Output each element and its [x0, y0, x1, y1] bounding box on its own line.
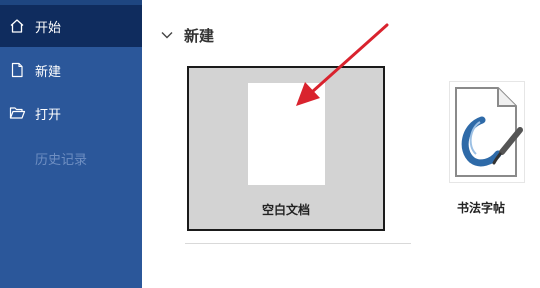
template-calligraphy[interactable]: 书法字帖	[431, 66, 540, 231]
section-title: 新建	[184, 26, 215, 45]
sidebar-item-new[interactable]: 新建	[0, 49, 142, 91]
template-label: 空白文档	[261, 203, 310, 217]
new-document-icon	[8, 61, 26, 79]
sidebar-item-home[interactable]: 开始	[0, 5, 142, 47]
template-label: 书法字帖	[456, 201, 505, 215]
blank-page-thumbnail	[248, 83, 325, 185]
calligraphy-brush-icon	[455, 87, 523, 177]
sidebar-item-label: 历史记录	[35, 152, 88, 168]
app-window: 开始 新建 打开 历史记录 新建 空白文档 书法字帖	[0, 0, 540, 288]
sidebar: 开始 新建 打开 历史记录	[0, 0, 142, 288]
chevron-down-icon	[160, 28, 174, 42]
template-blank-document[interactable]: 空白文档	[187, 66, 385, 231]
divider	[185, 243, 411, 244]
sidebar-item-label: 新建	[35, 64, 62, 80]
section-header-new[interactable]: 新建	[160, 24, 214, 46]
calligraphy-thumbnail	[449, 81, 525, 183]
sidebar-item-label: 打开	[35, 107, 62, 123]
sidebar-item-history[interactable]: 历史记录	[0, 137, 142, 179]
sidebar-item-open[interactable]: 打开	[0, 92, 142, 134]
open-folder-icon	[8, 104, 26, 122]
home-icon	[8, 17, 26, 35]
main-panel: 新建 空白文档 书法字帖	[142, 0, 540, 288]
sidebar-item-label: 开始	[35, 20, 62, 36]
